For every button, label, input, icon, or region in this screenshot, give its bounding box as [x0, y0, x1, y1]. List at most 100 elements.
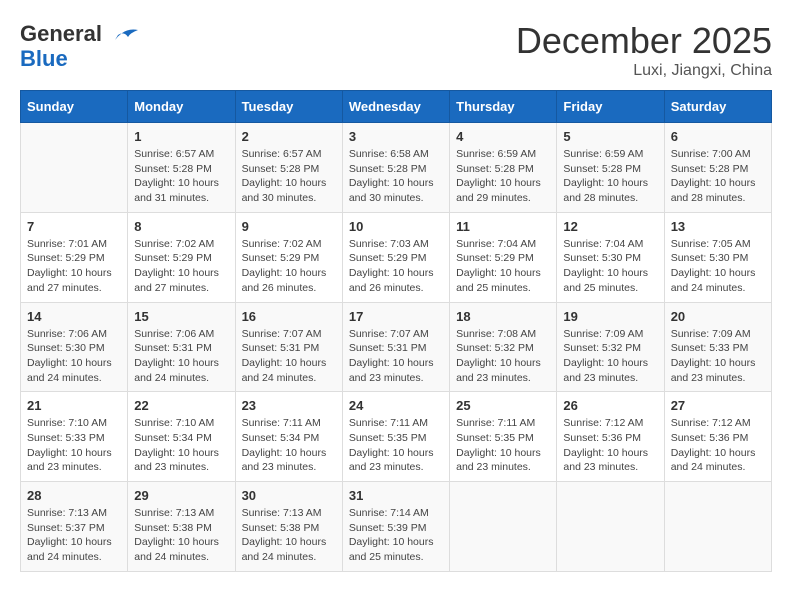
weekday-header-saturday: Saturday	[664, 91, 771, 123]
calendar-cell: 26 Sunrise: 7:12 AM Sunset: 5:36 PM Dayli…	[557, 392, 664, 482]
day-number: 24	[349, 398, 443, 413]
day-info: Sunrise: 7:05 AM Sunset: 5:30 PM Dayligh…	[671, 237, 765, 296]
logo-bird-icon	[110, 20, 140, 50]
calendar-cell: 24 Sunrise: 7:11 AM Sunset: 5:35 PM Dayli…	[342, 392, 449, 482]
calendar-cell	[21, 123, 128, 213]
title-block: December 2025 Luxi, Jiangxi, China	[516, 20, 772, 80]
calendar-cell: 23 Sunrise: 7:11 AM Sunset: 5:34 PM Dayli…	[235, 392, 342, 482]
calendar-cell: 30Sunrise: 7:13 AM Sunset: 5:38 PM Dayli…	[235, 482, 342, 572]
calendar-cell: 29Sunrise: 7:13 AM Sunset: 5:38 PM Dayli…	[128, 482, 235, 572]
weekday-header-tuesday: Tuesday	[235, 91, 342, 123]
day-number: 18	[456, 309, 550, 324]
day-info: Sunrise: 7:14 AM Sunset: 5:39 PM Dayligh…	[349, 506, 443, 565]
day-number: 17	[349, 309, 443, 324]
weekday-header-wednesday: Wednesday	[342, 91, 449, 123]
calendar-cell	[664, 482, 771, 572]
day-info: Sunrise: 7:11 AM Sunset: 5:35 PM Dayligh…	[456, 416, 550, 475]
day-number: 15	[134, 309, 228, 324]
day-info: Sunrise: 7:13 AM Sunset: 5:38 PM Dayligh…	[134, 506, 228, 565]
day-info: Sunrise: 7:09 AM Sunset: 5:32 PM Dayligh…	[563, 327, 657, 386]
weekday-header-sunday: Sunday	[21, 91, 128, 123]
weekday-header-friday: Friday	[557, 91, 664, 123]
day-number: 9	[242, 219, 336, 234]
calendar-cell: 20Sunrise: 7:09 AM Sunset: 5:33 PM Dayli…	[664, 302, 771, 392]
location: Luxi, Jiangxi, China	[516, 62, 772, 80]
day-number: 19	[563, 309, 657, 324]
day-info: Sunrise: 6:57 AM Sunset: 5:28 PM Dayligh…	[242, 147, 336, 206]
calendar-cell: 13 Sunrise: 7:05 AM Sunset: 5:30 PM Dayli…	[664, 212, 771, 302]
calendar-cell: 27 Sunrise: 7:12 AM Sunset: 5:36 PM Dayli…	[664, 392, 771, 482]
week-row-3: 14 Sunrise: 7:06 AM Sunset: 5:30 PM Dayli…	[21, 302, 772, 392]
calendar-cell	[450, 482, 557, 572]
day-number: 4	[456, 129, 550, 144]
calendar-cell: 22 Sunrise: 7:10 AM Sunset: 5:34 PM Dayli…	[128, 392, 235, 482]
day-info: Sunrise: 7:12 AM Sunset: 5:36 PM Dayligh…	[563, 416, 657, 475]
day-info: Sunrise: 7:07 AM Sunset: 5:31 PM Dayligh…	[242, 327, 336, 386]
day-number: 27	[671, 398, 765, 413]
calendar-cell: 9 Sunrise: 7:02 AM Sunset: 5:29 PM Daylig…	[235, 212, 342, 302]
calendar-cell: 7 Sunrise: 7:01 AM Sunset: 5:29 PM Daylig…	[21, 212, 128, 302]
day-info: Sunrise: 7:12 AM Sunset: 5:36 PM Dayligh…	[671, 416, 765, 475]
calendar-cell: 28 Sunrise: 7:13 AM Sunset: 5:37 PM Dayli…	[21, 482, 128, 572]
weekday-header-row: SundayMondayTuesdayWednesdayThursdayFrid…	[21, 91, 772, 123]
day-info: Sunrise: 7:02 AM Sunset: 5:29 PM Dayligh…	[242, 237, 336, 296]
calendar-cell: 25 Sunrise: 7:11 AM Sunset: 5:35 PM Dayli…	[450, 392, 557, 482]
day-info: Sunrise: 7:04 AM Sunset: 5:29 PM Dayligh…	[456, 237, 550, 296]
logo: General Blue	[20, 20, 140, 72]
day-info: Sunrise: 7:06 AM Sunset: 5:30 PM Dayligh…	[27, 327, 121, 386]
week-row-5: 28 Sunrise: 7:13 AM Sunset: 5:37 PM Dayli…	[21, 482, 772, 572]
day-info: Sunrise: 7:03 AM Sunset: 5:29 PM Dayligh…	[349, 237, 443, 296]
calendar-cell: 11Sunrise: 7:04 AM Sunset: 5:29 PM Dayli…	[450, 212, 557, 302]
day-number: 20	[671, 309, 765, 324]
day-number: 8	[134, 219, 228, 234]
calendar-cell: 18 Sunrise: 7:08 AM Sunset: 5:32 PM Dayli…	[450, 302, 557, 392]
day-info: Sunrise: 7:10 AM Sunset: 5:33 PM Dayligh…	[27, 416, 121, 475]
calendar-cell: 3Sunrise: 6:58 AM Sunset: 5:28 PM Daylig…	[342, 123, 449, 213]
calendar-cell: 14 Sunrise: 7:06 AM Sunset: 5:30 PM Dayli…	[21, 302, 128, 392]
weekday-header-monday: Monday	[128, 91, 235, 123]
day-number: 12	[563, 219, 657, 234]
day-number: 28	[27, 488, 121, 503]
day-number: 13	[671, 219, 765, 234]
day-info: Sunrise: 7:07 AM Sunset: 5:31 PM Dayligh…	[349, 327, 443, 386]
calendar-cell: 15Sunrise: 7:06 AM Sunset: 5:31 PM Dayli…	[128, 302, 235, 392]
day-number: 6	[671, 129, 765, 144]
day-info: Sunrise: 7:13 AM Sunset: 5:37 PM Dayligh…	[27, 506, 121, 565]
calendar-cell: 8 Sunrise: 7:02 AM Sunset: 5:29 PM Daylig…	[128, 212, 235, 302]
calendar-cell: 21Sunrise: 7:10 AM Sunset: 5:33 PM Dayli…	[21, 392, 128, 482]
day-info: Sunrise: 7:01 AM Sunset: 5:29 PM Dayligh…	[27, 237, 121, 296]
day-info: Sunrise: 7:11 AM Sunset: 5:34 PM Dayligh…	[242, 416, 336, 475]
week-row-4: 21Sunrise: 7:10 AM Sunset: 5:33 PM Dayli…	[21, 392, 772, 482]
page-header: General Blue December 2025 Luxi, Jiangxi…	[20, 20, 772, 80]
day-number: 14	[27, 309, 121, 324]
day-info: Sunrise: 7:04 AM Sunset: 5:30 PM Dayligh…	[563, 237, 657, 296]
weekday-header-thursday: Thursday	[450, 91, 557, 123]
day-info: Sunrise: 7:02 AM Sunset: 5:29 PM Dayligh…	[134, 237, 228, 296]
week-row-1: 1Sunrise: 6:57 AM Sunset: 5:28 PM Daylig…	[21, 123, 772, 213]
calendar-cell: 1Sunrise: 6:57 AM Sunset: 5:28 PM Daylig…	[128, 123, 235, 213]
month-title: December 2025	[516, 20, 772, 62]
day-number: 26	[563, 398, 657, 413]
day-number: 2	[242, 129, 336, 144]
day-info: Sunrise: 7:13 AM Sunset: 5:38 PM Dayligh…	[242, 506, 336, 565]
day-number: 23	[242, 398, 336, 413]
calendar-cell	[557, 482, 664, 572]
calendar-cell: 4 Sunrise: 6:59 AM Sunset: 5:28 PM Daylig…	[450, 123, 557, 213]
calendar-cell: 10 Sunrise: 7:03 AM Sunset: 5:29 PM Dayli…	[342, 212, 449, 302]
calendar-cell: 31Sunrise: 7:14 AM Sunset: 5:39 PM Dayli…	[342, 482, 449, 572]
day-number: 10	[349, 219, 443, 234]
day-info: Sunrise: 6:59 AM Sunset: 5:28 PM Dayligh…	[456, 147, 550, 206]
day-number: 25	[456, 398, 550, 413]
day-info: Sunrise: 7:11 AM Sunset: 5:35 PM Dayligh…	[349, 416, 443, 475]
day-number: 3	[349, 129, 443, 144]
day-info: Sunrise: 6:59 AM Sunset: 5:28 PM Dayligh…	[563, 147, 657, 206]
day-number: 7	[27, 219, 121, 234]
day-info: Sunrise: 7:10 AM Sunset: 5:34 PM Dayligh…	[134, 416, 228, 475]
week-row-2: 7 Sunrise: 7:01 AM Sunset: 5:29 PM Daylig…	[21, 212, 772, 302]
calendar-cell: 5Sunrise: 6:59 AM Sunset: 5:28 PM Daylig…	[557, 123, 664, 213]
calendar-cell: 2 Sunrise: 6:57 AM Sunset: 5:28 PM Daylig…	[235, 123, 342, 213]
day-number: 22	[134, 398, 228, 413]
day-number: 16	[242, 309, 336, 324]
day-info: Sunrise: 7:08 AM Sunset: 5:32 PM Dayligh…	[456, 327, 550, 386]
day-info: Sunrise: 7:00 AM Sunset: 5:28 PM Dayligh…	[671, 147, 765, 206]
